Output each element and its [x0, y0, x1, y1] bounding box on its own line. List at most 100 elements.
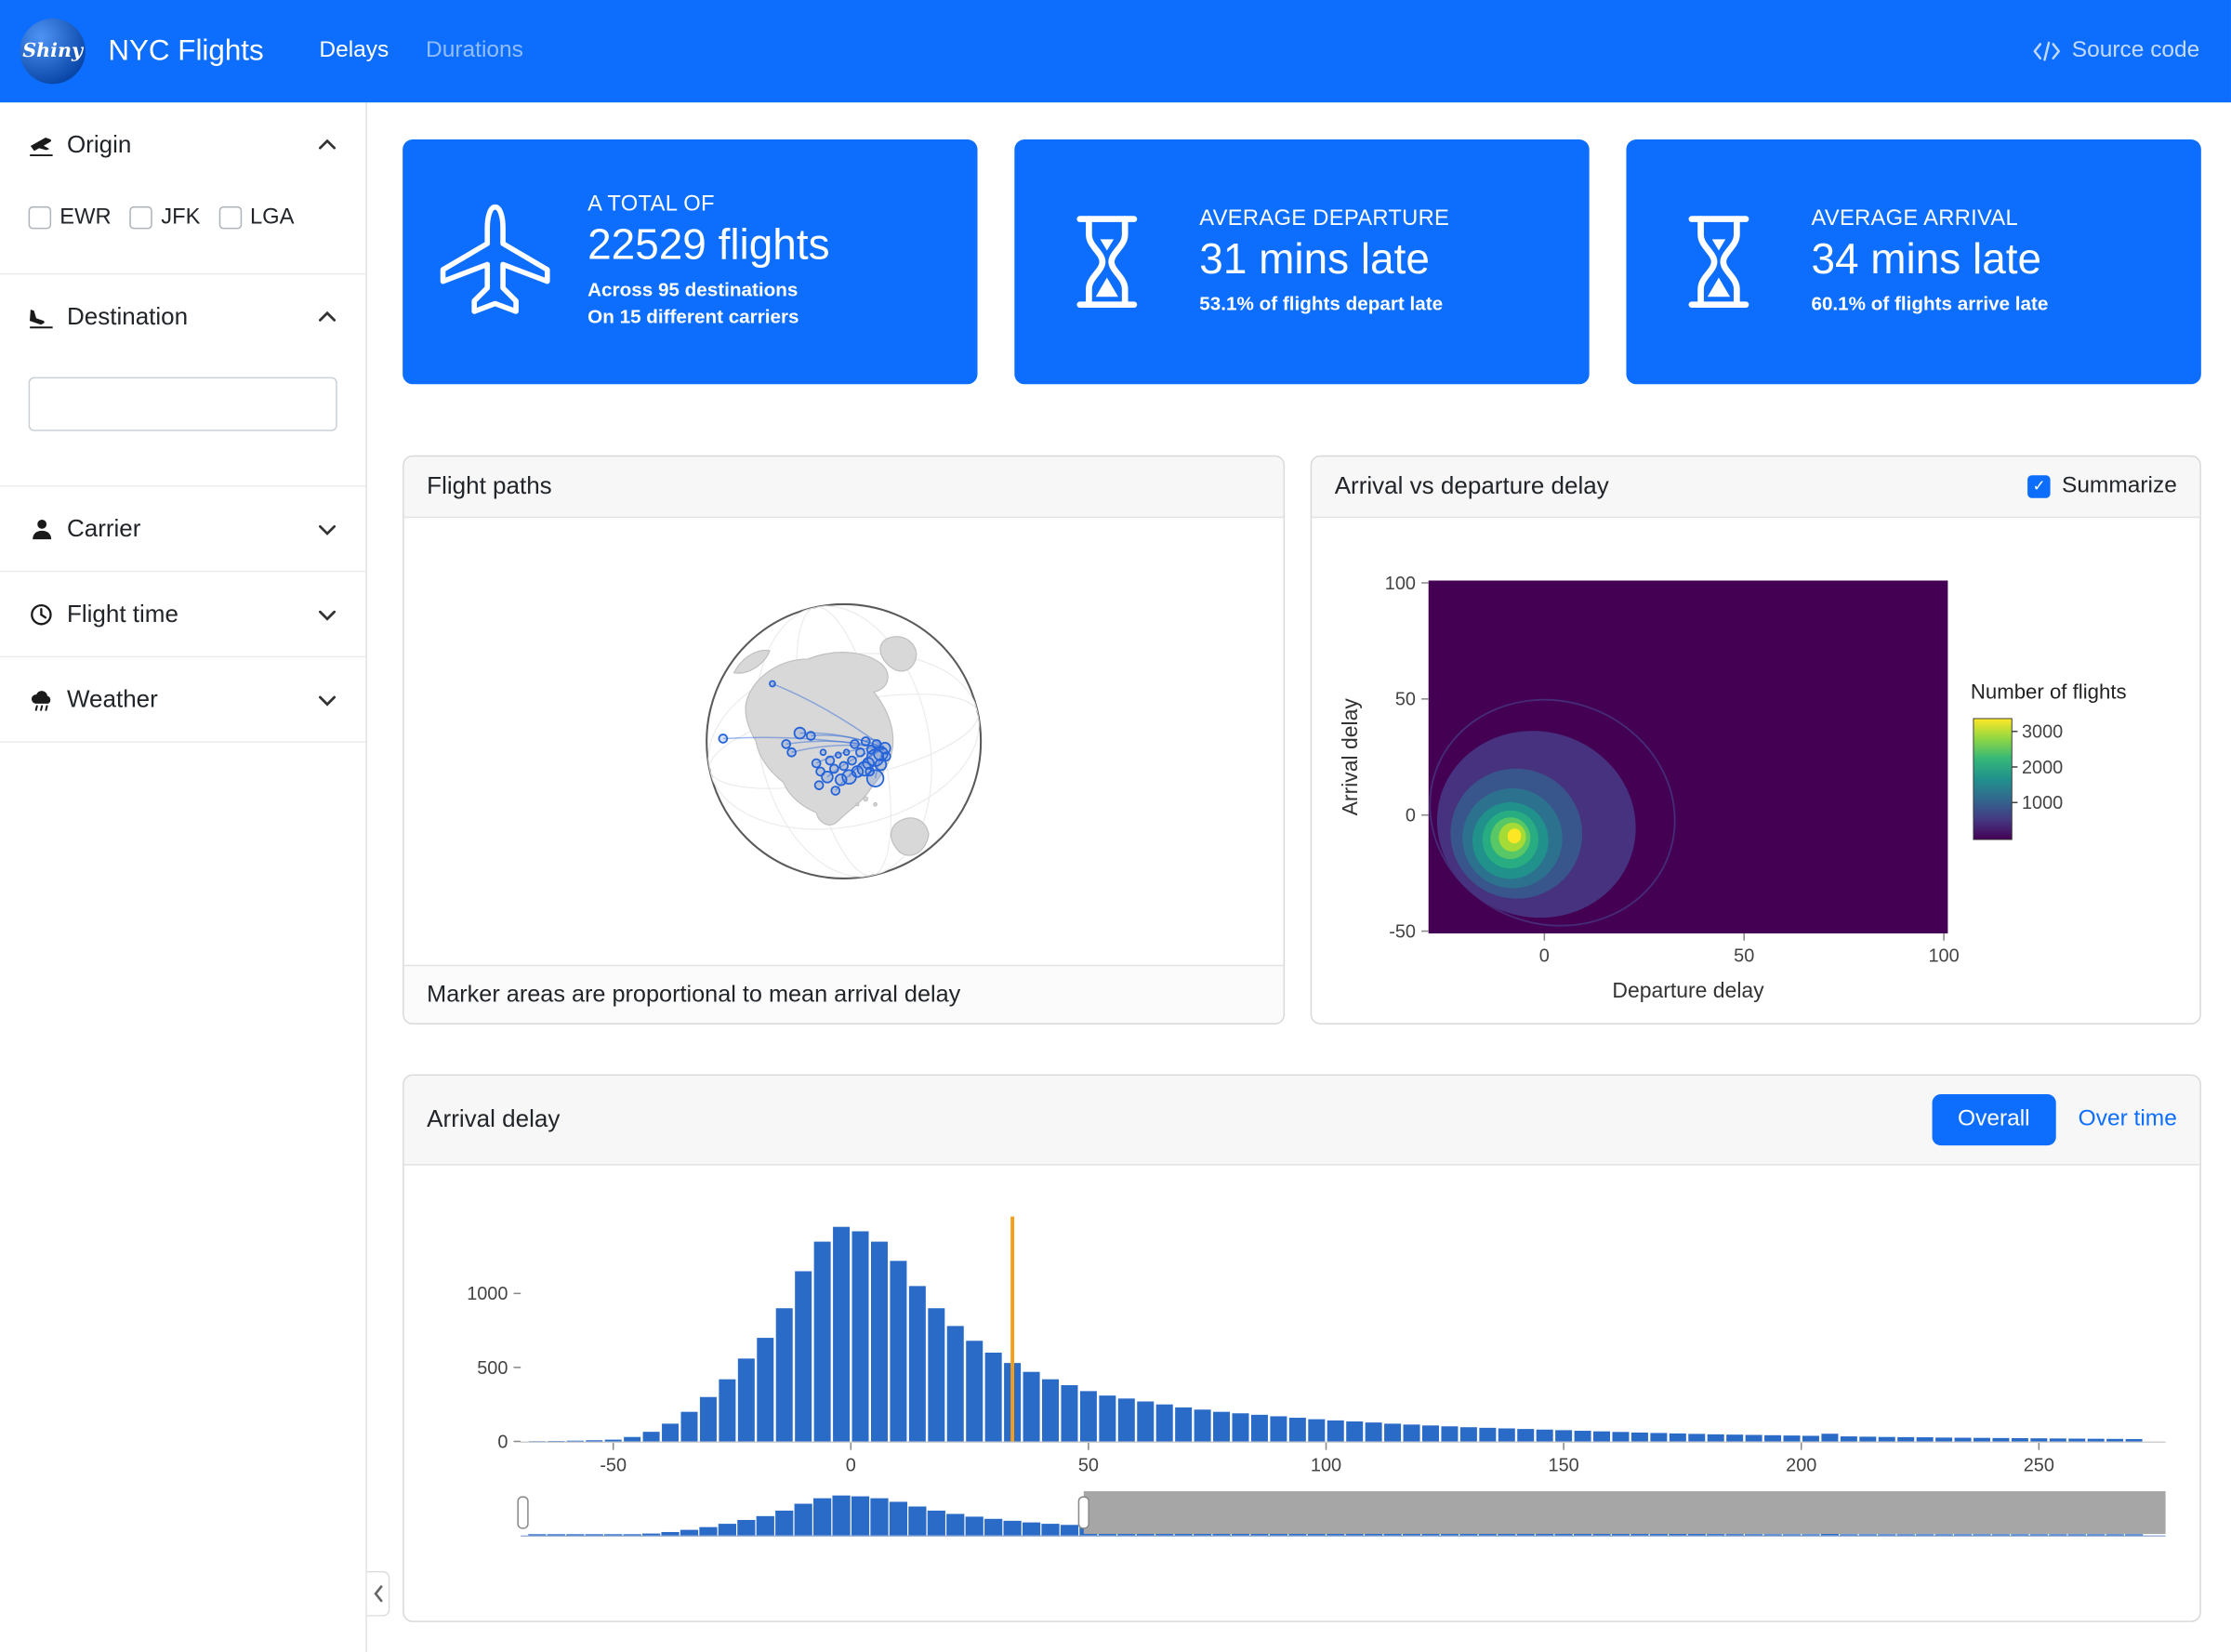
sidebar-collapse-toggle[interactable]: [367, 1571, 389, 1617]
svg-text:50: 50: [1078, 1456, 1099, 1476]
checkbox-unchecked-icon[interactable]: [218, 206, 241, 229]
card-title: Arrival delay: [427, 1105, 560, 1134]
overall-button[interactable]: Overall: [1933, 1094, 2056, 1145]
destination-label: Destination: [67, 303, 188, 332]
value-box-value: 34 mins late: [1811, 235, 2048, 283]
app-root: Shiny NYC Flights Delays Durations Sourc…: [0, 0, 2231, 1652]
card-title: Flight paths: [427, 472, 552, 501]
origin-checkbox-jfk[interactable]: JFK: [130, 205, 201, 231]
chevron-up-icon: [317, 308, 337, 327]
chevron-down-icon: [317, 605, 337, 625]
middle-cards-row: Flight paths: [403, 456, 2201, 1024]
svg-text:0: 0: [1539, 946, 1550, 967]
svg-text:Departure delay: Departure delay: [1612, 978, 1764, 1002]
value-box-total-flights: A TOTAL OF 22529 flights Across 95 desti…: [403, 139, 977, 384]
origin-checkbox-ewr[interactable]: EWR: [29, 205, 112, 231]
sidebar-section-flight-time: Flight time: [0, 572, 365, 657]
range-slider-handle[interactable]: [1078, 1497, 1089, 1528]
source-code-label: Source code: [2072, 38, 2200, 64]
density-plot-body: 050100-50050100Departure delayArrival de…: [1312, 518, 2199, 1024]
value-box-average-arrival: AVERAGE ARRIVAL 34 mins late 60.1% of fl…: [1626, 139, 2200, 384]
carrier-accordion-toggle[interactable]: Carrier: [29, 512, 337, 547]
svg-text:Arrival delay: Arrival delay: [1338, 698, 1362, 816]
user-icon: [29, 518, 55, 540]
summarize-checkbox[interactable]: Summarize: [2027, 474, 2177, 500]
svg-text:0: 0: [846, 1456, 856, 1476]
value-box-title: A TOTAL OF: [587, 192, 829, 218]
origin-accordion-toggle[interactable]: Origin: [29, 128, 337, 163]
hourglass-icon: [1626, 207, 1811, 315]
tab-delays[interactable]: Delays: [301, 27, 408, 75]
code-icon: [2033, 41, 2060, 60]
value-box-average-departure: AVERAGE DEPARTURE 31 mins late 53.1% of …: [1014, 139, 1589, 384]
checkbox-unchecked-icon[interactable]: [29, 206, 51, 229]
sidebar-section-destination: Destination: [0, 274, 365, 486]
sidebar-section-weather: Weather: [0, 657, 365, 743]
flight-time-accordion-toggle[interactable]: Flight time: [29, 598, 337, 632]
svg-text:-50: -50: [600, 1456, 627, 1476]
origin-checkbox-group: EWR JFK LGA: [29, 205, 337, 231]
shiny-logo-text: Shiny: [22, 40, 83, 62]
chevron-up-icon: [317, 135, 337, 154]
hourglass-icon: [1014, 207, 1199, 315]
density-card-header: Arrival vs departure delay Summarize: [1312, 456, 2199, 518]
flight-paths-footer-text: Marker areas are proportional to mean ar…: [427, 981, 960, 1008]
shiny-logo-icon: Shiny: [20, 19, 85, 84]
checkbox-label-lga[interactable]: LGA: [250, 205, 294, 231]
checkbox-label-ewr[interactable]: EWR: [59, 205, 111, 231]
svg-text:250: 250: [2024, 1456, 2054, 1476]
plane-icon: [403, 199, 587, 324]
cloud-rain-icon: [29, 689, 55, 711]
chevron-down-icon: [317, 520, 337, 539]
density-card: Arrival vs departure delay Summarize 0 50…: [1311, 456, 2201, 1024]
weather-accordion-toggle[interactable]: Weather: [29, 683, 337, 718]
carrier-label: Carrier: [67, 515, 141, 544]
over-time-button[interactable]: Over time: [2079, 1107, 2177, 1133]
svg-text:1000: 1000: [2022, 793, 2063, 813]
tab-durations[interactable]: Durations: [407, 27, 542, 75]
checkbox-label-jfk[interactable]: JFK: [161, 205, 200, 231]
navbar-tabs: Delays Durations: [301, 27, 542, 75]
histogram-plot-body: 05001000-50050100150200250: [404, 1166, 2200, 1622]
source-code-link[interactable]: Source code: [2033, 38, 2199, 64]
value-box-subtitle: 53.1% of flights depart late: [1199, 291, 1449, 318]
value-box-value: 31 mins late: [1199, 235, 1449, 283]
chevron-left-icon: [372, 1585, 383, 1602]
svg-text:50: 50: [1734, 946, 1754, 967]
arrival-delay-card: Arrival delay Overall Over time 05001000…: [403, 1075, 2201, 1622]
main-content: A TOTAL OF 22529 flights Across 95 desti…: [367, 102, 2231, 1652]
range-slider-handle[interactable]: [518, 1497, 528, 1528]
plane-arrival-icon: [29, 306, 55, 328]
destination-accordion-toggle[interactable]: Destination: [29, 300, 337, 335]
value-box-subtitle: Across 95 destinations: [587, 278, 829, 305]
svg-text:200: 200: [1786, 1456, 1816, 1476]
svg-text:150: 150: [1549, 1456, 1579, 1476]
flight-paths-card-header: Flight paths: [404, 456, 1284, 518]
arrival-delay-card-header: Arrival delay Overall Over time: [404, 1076, 2200, 1165]
checkbox-unchecked-icon[interactable]: [130, 206, 152, 229]
range-slider-mask[interactable]: [1084, 1491, 2166, 1534]
arrival-delay-toggle-group: Overall Over time: [1933, 1094, 2177, 1145]
value-box-subtitle: On 15 different carriers: [587, 305, 829, 332]
svg-text:100: 100: [1929, 946, 1960, 967]
svg-text:-50: -50: [1389, 921, 1416, 942]
svg-text:50: 50: [1395, 690, 1416, 710]
value-box-subtitle: 60.1% of flights arrive late: [1811, 291, 2048, 318]
globe-chart: [693, 590, 994, 892]
value-box-title: AVERAGE ARRIVAL: [1811, 205, 2048, 231]
app-title: NYC Flights: [108, 34, 263, 69]
svg-text:0: 0: [1406, 806, 1416, 826]
histogram-chart[interactable]: 05001000-50050100150200250: [404, 1166, 2200, 1622]
flight-paths-card: Flight paths: [403, 456, 1285, 1024]
origin-checkbox-lga[interactable]: LGA: [218, 205, 294, 231]
summarize-label: Summarize: [2062, 474, 2177, 500]
checkbox-checked-icon[interactable]: [2027, 475, 2050, 497]
destination-input-wrap: [29, 377, 337, 431]
svg-text:100: 100: [1311, 1456, 1341, 1476]
value-box-row: A TOTAL OF 22529 flights Across 95 desti…: [403, 139, 2201, 384]
destination-input[interactable]: [29, 377, 337, 431]
sidebar: Origin EWR JFK LGA: [0, 102, 367, 1652]
density-chart: 050100-50050100Departure delayArrival de…: [1312, 518, 2199, 1024]
clock-icon: [29, 603, 55, 626]
svg-text:Number of flights: Number of flights: [1971, 681, 2127, 704]
